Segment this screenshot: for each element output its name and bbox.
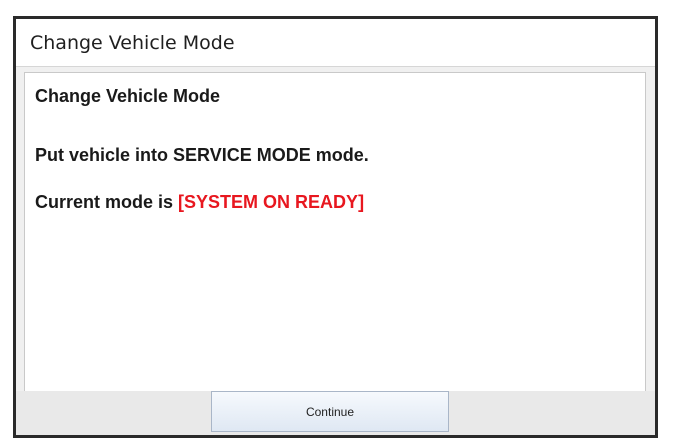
change-mode-dialog: Change Vehicle Mode Change Vehicle Mode … xyxy=(13,16,658,438)
instruction-text: Put vehicle into SERVICE MODE mode. xyxy=(35,145,369,165)
continue-button[interactable]: Continue xyxy=(211,391,449,432)
dialog-title-bar: Change Vehicle Mode xyxy=(16,19,655,67)
dialog-footer: Continue xyxy=(16,391,655,435)
dialog-content: Change Vehicle Mode Put vehicle into SER… xyxy=(24,72,646,393)
current-mode-prefix: Current mode is xyxy=(35,192,174,212)
dialog-title: Change Vehicle Mode xyxy=(30,31,235,54)
current-mode-value: [SYSTEM ON READY] xyxy=(178,192,365,212)
current-mode-line: Current mode is [SYSTEM ON READY] xyxy=(35,191,635,213)
content-heading: Change Vehicle Mode xyxy=(35,86,221,106)
